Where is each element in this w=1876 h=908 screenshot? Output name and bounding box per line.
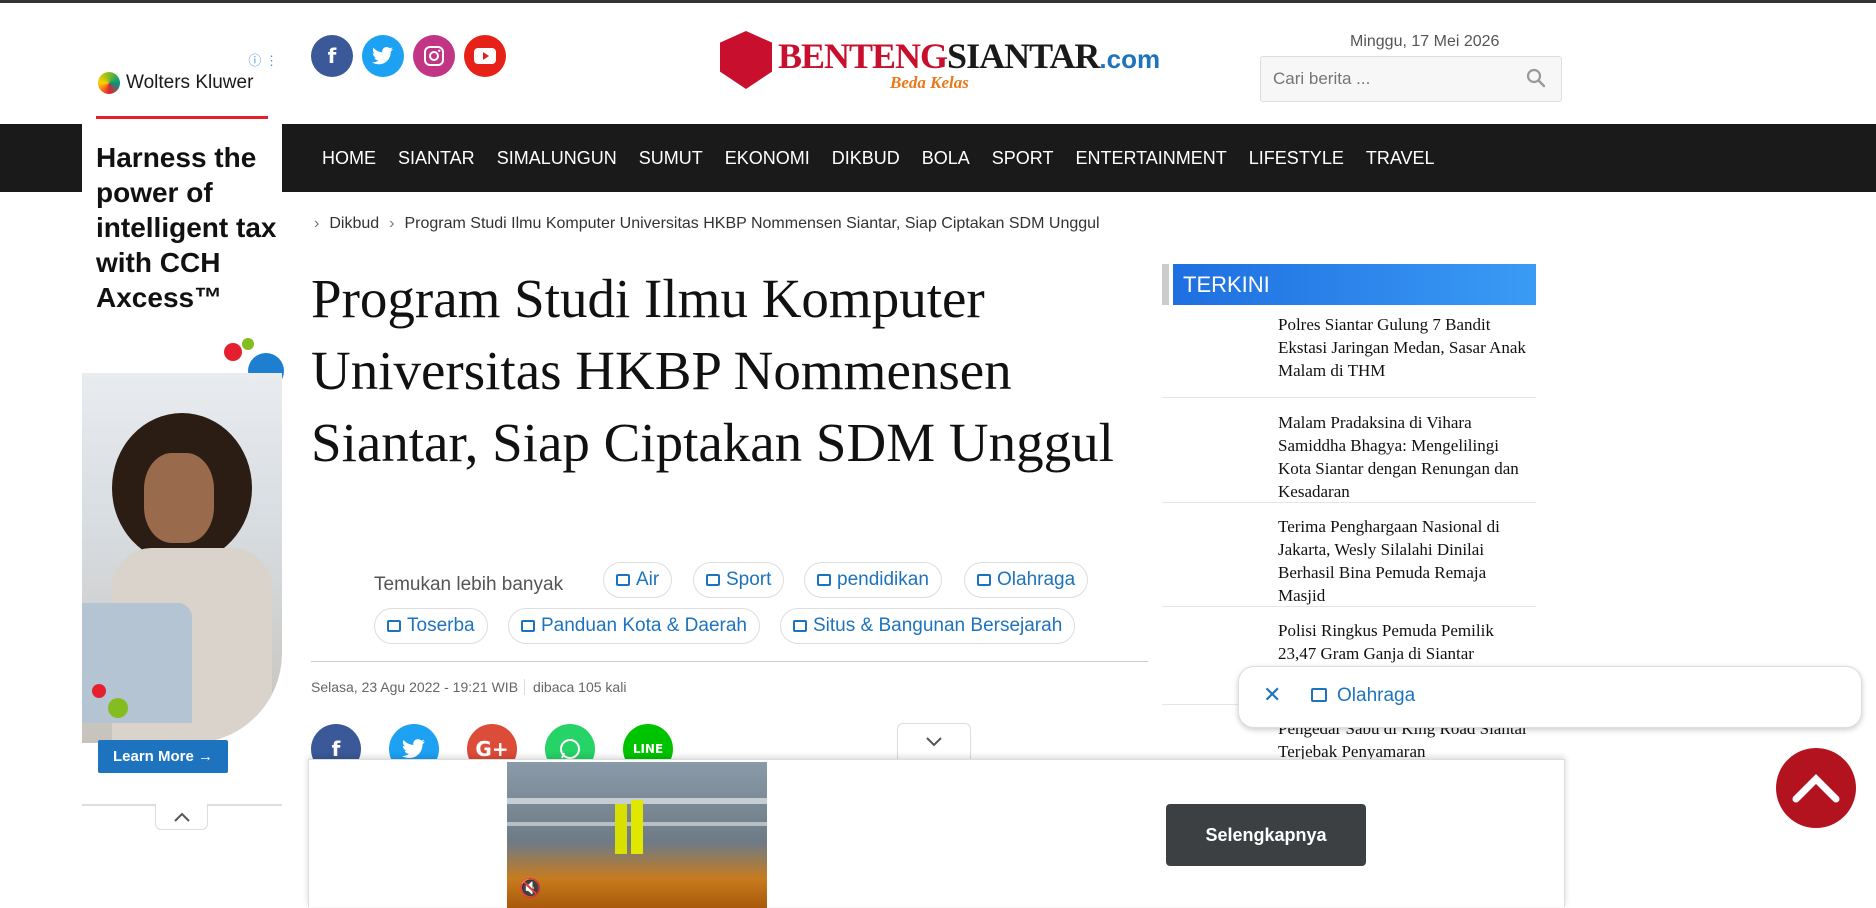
chip-label: Panduan Kota & Daerah (541, 615, 747, 636)
nav-item-sport[interactable]: SPORT (992, 124, 1054, 192)
article-meta: Selasa, 23 Agu 2022 - 19:21 WIB dibaca 1… (311, 679, 626, 695)
nav-item-entertainment[interactable]: ENTERTAINMENT (1075, 124, 1226, 192)
chip-label: Toserba (407, 615, 475, 636)
news-title[interactable]: Polisi Ringkus Pemuda Pemilik 23,47 Gram… (1278, 619, 1533, 665)
article-views: dibaca 105 kali (524, 679, 626, 695)
ad-decor-dot (224, 343, 242, 361)
ad-decor-dot (92, 684, 106, 698)
instagram-icon[interactable] (413, 35, 455, 77)
chip-situs-bangunan[interactable]: Situs & Bangunan Bersejarah (780, 608, 1076, 644)
social-links: f (311, 35, 506, 77)
logo-part-siantar: SIANTAR (947, 36, 1100, 76)
floating-chip-label: Olahraga (1337, 685, 1416, 706)
floating-chip-olahraga[interactable]: Olahraga (1311, 685, 1415, 707)
chevron-up-icon (173, 812, 190, 822)
youtube-icon[interactable] (464, 35, 506, 77)
chip-label: Air (636, 569, 660, 590)
chip-label: Situs & Bangunan Bersejarah (813, 615, 1063, 636)
news-icon (1311, 688, 1327, 702)
sidebar-heading: TERKINI (1162, 264, 1536, 305)
left-sidebar-ad[interactable]: ⓘ ⋮ Wolters Kluwer Harness the power of … (82, 48, 284, 806)
news-item[interactable]: Terima Penghargaan Nasional di Jakarta, … (1162, 515, 1536, 607)
twitter-icon[interactable] (362, 35, 404, 77)
logo-shield-icon (720, 31, 772, 89)
search-box (1260, 56, 1562, 102)
ad-decor-dot (108, 698, 128, 718)
chip-sport[interactable]: Sport (693, 562, 785, 598)
news-icon (977, 574, 991, 586)
logo-part-com: .com (1099, 44, 1161, 74)
mute-icon[interactable]: 🔇 (519, 878, 541, 900)
ad-brand-name: Wolters Kluwer (126, 72, 254, 93)
site-logo[interactable]: BENTENGSIANTAR.com Beda Kelas (720, 29, 1160, 95)
bottom-video-ad: 🔇 Selengkapnya (308, 759, 1565, 908)
chip-air[interactable]: Air (603, 562, 673, 598)
ad-brand: Wolters Kluwer (98, 72, 253, 94)
current-date: Minggu, 17 Mei 2026 (1350, 33, 1500, 50)
ad-photo (82, 373, 282, 743)
article-title: Program Studi Ilmu Komputer Universitas … (311, 268, 1114, 473)
discover-label: Temukan lebih banyak (374, 574, 564, 595)
selengkapnya-button[interactable]: Selengkapnya (1166, 804, 1366, 866)
news-item[interactable]: Malam Pradaksina di Vihara Samiddha Bhag… (1162, 411, 1536, 503)
nav-item-ekonomi[interactable]: EKONOMI (725, 124, 810, 192)
logo-wordmark: BENTENGSIANTAR.com (778, 35, 1160, 77)
chip-olahraga[interactable]: Olahraga (964, 562, 1089, 598)
news-title[interactable]: Terima Penghargaan Nasional di Jakarta, … (1278, 515, 1533, 607)
chip-pendidikan[interactable]: pendidikan (804, 562, 942, 598)
chip-panduan-kota[interactable]: Panduan Kota & Daerah (508, 608, 760, 644)
nav-item-lifestyle[interactable]: LIFESTYLE (1249, 124, 1344, 192)
nav-item-simalungun[interactable]: SIMALUNGUN (497, 124, 617, 192)
chevron-up-icon (1792, 774, 1840, 803)
news-icon (706, 574, 720, 586)
ad-info-icon[interactable]: ⓘ ⋮ (248, 50, 278, 69)
breadcrumb: › Dikbud › Program Studi Ilmu Komputer U… (314, 215, 1100, 233)
chip-label: pendidikan (837, 569, 929, 590)
news-thumbnail[interactable] (1168, 519, 1268, 587)
breadcrumb-current: Program Studi Ilmu Komputer Universitas … (404, 215, 1100, 232)
article-date: Selasa, 23 Agu 2022 - 19:21 WIB (311, 679, 519, 695)
news-title[interactable]: Polres Siantar Gulung 7 Bandit Ekstasi J… (1278, 313, 1533, 382)
news-item[interactable]: Polres Siantar Gulung 7 Bandit Ekstasi J… (1162, 313, 1536, 398)
ad-video[interactable]: 🔇 (507, 762, 767, 908)
ad-collapse-button[interactable] (155, 804, 208, 830)
facebook-icon[interactable]: f (311, 35, 353, 77)
nav-item-siantar[interactable]: SIANTAR (398, 124, 475, 192)
ad-brand-logo-icon (98, 72, 120, 94)
video-ad-collapse-button[interactable] (897, 723, 971, 759)
nav-item-travel[interactable]: TRAVEL (1366, 124, 1435, 192)
news-thumbnail[interactable] (1168, 317, 1268, 385)
chip-label: Olahraga (997, 569, 1076, 590)
chip-label: Sport (726, 569, 772, 590)
nav-item-dikbud[interactable]: DIKBUD (832, 124, 900, 192)
search-icon[interactable] (1525, 67, 1547, 89)
floating-topic-chip: ✕ Olahraga (1238, 666, 1862, 728)
news-icon (817, 574, 831, 586)
news-icon (616, 574, 630, 586)
article-divider (311, 661, 1148, 662)
logo-tagline: Beda Kelas (890, 73, 969, 92)
scroll-to-top-button[interactable] (1776, 748, 1856, 828)
nav-item-bola[interactable]: BOLA (922, 124, 970, 192)
search-input[interactable] (1261, 57, 1511, 101)
news-thumbnail[interactable] (1168, 415, 1268, 483)
terkini-title: TERKINI (1173, 264, 1536, 305)
breadcrumb-category[interactable]: Dikbud (329, 215, 379, 233)
news-icon (793, 620, 807, 632)
ad-learn-more-button[interactable]: Learn More → (98, 740, 228, 773)
nav-item-sumut[interactable]: SUMUT (639, 124, 703, 192)
logo-part-benteng: BENTENG (778, 36, 948, 76)
nav-item-home[interactable]: HOME (322, 124, 376, 192)
ad-divider (96, 116, 268, 119)
ad-headline: Harness the power of intelligent tax wit… (96, 142, 277, 313)
ad-decor-dot (242, 338, 254, 350)
chip-toserba[interactable]: Toserba (374, 608, 488, 644)
news-title[interactable]: Malam Pradaksina di Vihara Samiddha Bhag… (1278, 411, 1533, 503)
news-icon (387, 620, 401, 632)
chevron-right-icon: › (389, 215, 395, 232)
chevron-right-icon: › (314, 215, 320, 232)
chevron-down-icon (926, 736, 942, 746)
news-icon (521, 620, 535, 632)
close-icon[interactable]: ✕ (1263, 683, 1281, 708)
